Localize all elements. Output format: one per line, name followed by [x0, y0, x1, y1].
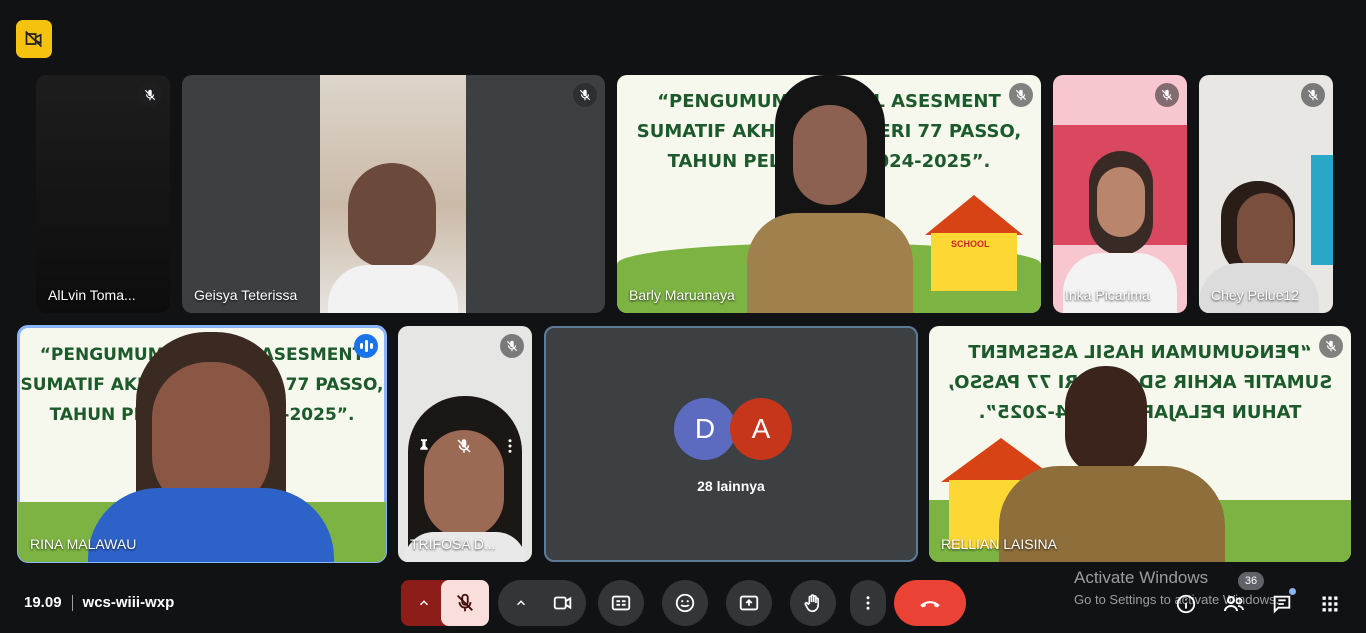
end-call-icon	[920, 601, 940, 608]
audio-options-button[interactable]	[407, 580, 441, 626]
meeting-time: 19.09	[24, 594, 62, 611]
divider	[71, 594, 73, 611]
mute-participant-button[interactable]	[444, 426, 484, 466]
mic-off-icon	[457, 439, 471, 453]
participant-tile[interactable]: “PENGUMUMAN HASIL ASESMENT SUMATIF AKHIR…	[17, 325, 387, 563]
camera-icon	[553, 596, 572, 610]
mic-off-icon	[1155, 83, 1179, 107]
video-feed	[1199, 75, 1333, 313]
video-feed	[320, 75, 466, 313]
mic-off-icon	[1009, 83, 1033, 107]
captions-icon	[611, 595, 631, 611]
more-vert-icon	[866, 596, 870, 610]
participant-name: TRIFOSA D...	[410, 536, 496, 552]
present-icon	[739, 595, 759, 611]
activities-button[interactable]	[1318, 592, 1342, 616]
meeting-code[interactable]: wcs-wiii-wxp	[83, 594, 175, 611]
camera-control-group	[498, 580, 586, 626]
participant-name: Inka Picarima	[1065, 287, 1150, 303]
meeting-details-button[interactable]	[1174, 592, 1198, 616]
meeting-info: 19.09 wcs-wiii-wxp	[24, 594, 174, 611]
mic-control-group	[401, 580, 489, 626]
mic-off-icon	[1301, 83, 1325, 107]
participant-tile[interactable]: “PENGUMUMAN HASIL ASESMENT SUMATIF AKHIR…	[929, 326, 1351, 562]
participant-name: RELLIAN LAISINA	[941, 536, 1057, 552]
participant-tile[interactable]: AlLvin Toma...	[36, 75, 170, 313]
others-count: 28 lainnya	[697, 478, 765, 494]
participant-name: Barly Maruanaya	[629, 287, 735, 303]
participant-tile[interactable]: TRIFOSA D...	[398, 326, 532, 562]
chevron-up-icon	[516, 600, 526, 606]
leave-call-button[interactable]	[894, 580, 966, 626]
mic-off-icon	[500, 334, 524, 358]
video-feed	[36, 75, 170, 313]
mic-off-icon	[1319, 334, 1343, 358]
notification-dot	[1289, 588, 1296, 595]
info-icon	[1176, 594, 1196, 614]
chat-button[interactable]	[1270, 588, 1296, 616]
school-illustration: SCHOOL	[915, 195, 1033, 291]
speaking-indicator	[354, 334, 378, 358]
participant-name: AlLvin Toma...	[48, 287, 136, 303]
participant-name: RINA MALAWAU	[30, 536, 137, 552]
camera-toggle-button[interactable]	[540, 580, 586, 626]
mic-toggle-button[interactable]	[441, 580, 489, 626]
people-icon	[1224, 596, 1244, 612]
tile-more-button[interactable]	[490, 426, 530, 466]
participant-tile[interactable]: “PENGUMUMAN HASIL ASESMENT SUMATIF AKHIR…	[617, 75, 1041, 313]
pin-button[interactable]	[404, 426, 444, 466]
more-vert-icon	[508, 439, 512, 453]
people-count-badge: 36	[1238, 572, 1264, 590]
video-options-button[interactable]	[504, 580, 538, 626]
mic-off-icon	[457, 593, 473, 612]
emoji-icon	[675, 593, 695, 613]
captions-button[interactable]	[598, 580, 644, 626]
mic-off-icon	[138, 83, 162, 107]
recording-off-icon	[25, 30, 43, 48]
participant-name: Chey Pelue12	[1211, 287, 1299, 303]
participant-tile[interactable]: Geisya Teterissa	[182, 75, 605, 313]
recording-off-badge[interactable]	[16, 20, 52, 58]
participant-tile[interactable]: Inka Picarima	[1053, 75, 1187, 313]
present-screen-button[interactable]	[726, 580, 772, 626]
raise-hand-button[interactable]	[790, 580, 836, 626]
pin-icon	[420, 439, 428, 453]
chevron-up-icon	[419, 600, 429, 606]
video-feed	[1053, 75, 1187, 313]
more-options-button[interactable]	[850, 580, 886, 626]
tile-hover-controls	[398, 426, 532, 466]
video-feed: “PENGUMUMAN HASIL ASESMENT SUMATIF AKHIR…	[617, 75, 1041, 313]
participant-name: Geisya Teterissa	[194, 287, 298, 303]
participant-tile[interactable]: Chey Pelue12	[1199, 75, 1333, 313]
video-feed: “PENGUMUMAN HASIL ASESMENT SUMATIF AKHIR…	[929, 326, 1351, 562]
activities-icon	[1322, 596, 1338, 612]
mic-off-icon	[573, 83, 597, 107]
avatar: D	[674, 398, 736, 460]
people-button[interactable]	[1222, 592, 1246, 616]
chat-icon	[1273, 595, 1291, 614]
raise-hand-icon	[804, 594, 819, 613]
avatar: A	[730, 398, 792, 460]
emoji-reaction-button[interactable]	[662, 580, 708, 626]
others-tile[interactable]: D A 28 lainnya	[544, 326, 918, 562]
video-feed: “PENGUMUMAN HASIL ASESMENT SUMATIF AKHIR…	[18, 326, 386, 562]
